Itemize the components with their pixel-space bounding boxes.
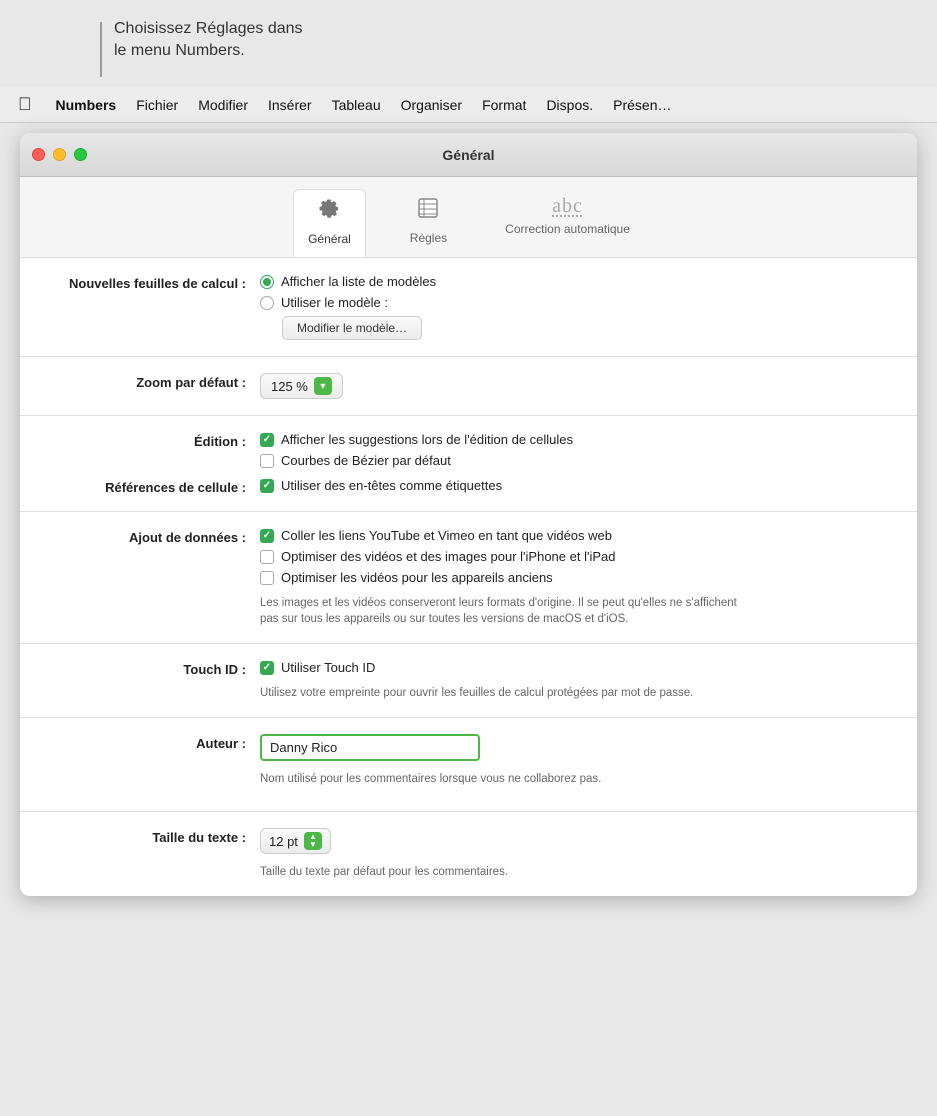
checkbox-optimiser-anciens-label: Optimiser les vidéos pour les appareils … bbox=[281, 570, 553, 585]
touch-id-label: Touch ID : bbox=[50, 660, 260, 677]
menubar-fichier[interactable]: Fichier bbox=[126, 93, 188, 117]
check-row-entetes[interactable]: Utiliser des en-têtes comme étiquettes bbox=[260, 478, 887, 493]
checkbox-suggestions[interactable] bbox=[260, 433, 274, 447]
check-row-suggestions[interactable]: Afficher les suggestions lors de l'éditi… bbox=[260, 432, 887, 447]
author-input[interactable] bbox=[260, 734, 480, 761]
abc-icon: abc bbox=[552, 195, 583, 218]
modify-model-button[interactable]: Modifier le modèle… bbox=[282, 316, 422, 340]
zoom-value: 125 % bbox=[271, 379, 308, 394]
preferences-window: Général Général Règles bbox=[20, 133, 917, 896]
checkbox-bezier-label: Courbes de Bézier par défaut bbox=[281, 453, 451, 468]
close-button[interactable] bbox=[32, 148, 45, 161]
checkbox-optimiser-iphone[interactable] bbox=[260, 550, 274, 564]
taille-texte-controls: 12 pt ▲ ▼ Taille du texte par défaut pou… bbox=[260, 828, 887, 880]
menubar-tableau[interactable]: Tableau bbox=[322, 93, 391, 117]
checkbox-touch-id-label: Utiliser Touch ID bbox=[281, 660, 375, 675]
references-label: Références de cellule : bbox=[50, 478, 260, 495]
zoom-dropdown[interactable]: 125 % ▾ bbox=[260, 373, 343, 399]
radio-row-afficher[interactable]: Afficher la liste de modèles bbox=[260, 274, 887, 289]
auteur-helper: Nom utilisé pour les commentaires lorsqu… bbox=[260, 771, 887, 787]
edition-controls: Afficher les suggestions lors de l'éditi… bbox=[260, 432, 887, 468]
menubar-numbers[interactable]: Numbers bbox=[46, 93, 127, 117]
nouvelles-feuilles-controls: Afficher la liste de modèles Utiliser le… bbox=[260, 274, 887, 340]
check-row-youtube[interactable]: Coller les liens YouTube et Vimeo en tan… bbox=[260, 528, 887, 543]
tooltip: Choisissez Réglages dans le menu Numbers… bbox=[0, 0, 937, 87]
references-controls: Utiliser des en-têtes comme étiquettes bbox=[260, 478, 887, 493]
taille-texte-label: Taille du texte : bbox=[50, 828, 260, 845]
radio-afficher-label: Afficher la liste de modèles bbox=[281, 274, 436, 289]
checkbox-bezier[interactable] bbox=[260, 454, 274, 468]
zoom-dropdown-arrow: ▾ bbox=[314, 377, 332, 395]
tab-correction[interactable]: abc Correction automatique bbox=[491, 189, 644, 257]
fontsize-value: 12 pt bbox=[269, 834, 298, 849]
menubar-organiser[interactable]: Organiser bbox=[391, 93, 472, 117]
check-row-optimiser-anciens[interactable]: Optimiser les vidéos pour les appareils … bbox=[260, 570, 887, 585]
section-zoom: Zoom par défaut : 125 % ▾ bbox=[20, 357, 917, 416]
fontsize-stepper[interactable]: ▲ ▼ bbox=[304, 832, 322, 850]
titlebar: Général bbox=[20, 133, 917, 177]
radio-afficher[interactable] bbox=[260, 275, 274, 289]
tab-general-label: Général bbox=[308, 232, 351, 246]
tab-general[interactable]: Général bbox=[293, 189, 366, 257]
section-edition: Édition : Afficher les suggestions lors … bbox=[20, 416, 917, 512]
toolbar: Général Règles abc Correction automatiqu… bbox=[20, 177, 917, 258]
check-row-bezier[interactable]: Courbes de Bézier par défaut bbox=[260, 453, 887, 468]
section-touch-id: Touch ID : Utiliser Touch ID Utilisez vo… bbox=[20, 644, 917, 718]
radio-row-utiliser[interactable]: Utiliser le modèle : bbox=[260, 295, 887, 310]
section-nouvelles-feuilles: Nouvelles feuilles de calcul : Afficher … bbox=[20, 258, 917, 357]
touch-id-controls: Utiliser Touch ID Utilisez votre emprein… bbox=[260, 660, 887, 701]
checkbox-touch-id[interactable] bbox=[260, 661, 274, 675]
taille-texte-helper: Taille du texte par défaut pour les comm… bbox=[260, 864, 887, 880]
radio-utiliser[interactable] bbox=[260, 296, 274, 310]
menubar:  Numbers Fichier Modifier Insérer Table… bbox=[0, 87, 937, 123]
radio-utiliser-label: Utiliser le modèle : bbox=[281, 295, 388, 310]
check-row-optimiser-iphone[interactable]: Optimiser des vidéos et des images pour … bbox=[260, 549, 887, 564]
preferences-content: Nouvelles feuilles de calcul : Afficher … bbox=[20, 258, 917, 896]
tab-correction-label: Correction automatique bbox=[505, 222, 630, 236]
menubar-presen[interactable]: Présen… bbox=[603, 93, 681, 117]
checkbox-entetes-label: Utiliser des en-têtes comme étiquettes bbox=[281, 478, 502, 493]
fontsize-dropdown[interactable]: 12 pt ▲ ▼ bbox=[260, 828, 331, 854]
gear-icon bbox=[316, 196, 342, 228]
auteur-controls: Nom utilisé pour les commentaires lorsqu… bbox=[260, 734, 887, 787]
ajout-donnees-label: Ajout de données : bbox=[50, 528, 260, 545]
checkbox-optimiser-iphone-label: Optimiser des vidéos et des images pour … bbox=[281, 549, 615, 564]
checkbox-optimiser-anciens[interactable] bbox=[260, 571, 274, 585]
window-title: Général bbox=[442, 147, 494, 163]
checkbox-youtube-label: Coller les liens YouTube et Vimeo en tan… bbox=[281, 528, 612, 543]
edition-label: Édition : bbox=[50, 432, 260, 449]
ajout-donnees-helper: Les images et les vidéos conserveront le… bbox=[260, 595, 740, 627]
window-controls bbox=[32, 148, 87, 161]
checkbox-entetes[interactable] bbox=[260, 479, 274, 493]
menubar-inserer[interactable]: Insérer bbox=[258, 93, 322, 117]
touch-id-helper: Utilisez votre empreinte pour ouvrir les… bbox=[260, 685, 740, 701]
tab-regles-label: Règles bbox=[410, 231, 447, 245]
checkbox-suggestions-label: Afficher les suggestions lors de l'éditi… bbox=[281, 432, 573, 447]
auteur-label: Auteur : bbox=[50, 734, 260, 751]
menubar-modifier[interactable]: Modifier bbox=[188, 93, 258, 117]
rules-icon bbox=[415, 195, 441, 227]
maximize-button[interactable] bbox=[74, 148, 87, 161]
menubar-dispos[interactable]: Dispos. bbox=[536, 93, 603, 117]
section-taille-texte: Taille du texte : 12 pt ▲ ▼ Taille du te… bbox=[20, 812, 917, 896]
section-ajout-donnees: Ajout de données : Coller les liens YouT… bbox=[20, 512, 917, 644]
tooltip-line2: le menu Numbers. bbox=[114, 40, 303, 62]
tab-regles[interactable]: Règles bbox=[396, 189, 461, 257]
tooltip-line1: Choisissez Réglages dans bbox=[114, 18, 303, 40]
checkbox-youtube[interactable] bbox=[260, 529, 274, 543]
minimize-button[interactable] bbox=[53, 148, 66, 161]
menubar-format[interactable]: Format bbox=[472, 93, 536, 117]
check-row-touch-id[interactable]: Utiliser Touch ID bbox=[260, 660, 887, 675]
ajout-donnees-controls: Coller les liens YouTube et Vimeo en tan… bbox=[260, 528, 887, 627]
nouvelles-feuilles-label: Nouvelles feuilles de calcul : bbox=[50, 274, 260, 291]
apple-menu[interactable]:  bbox=[8, 90, 42, 119]
zoom-controls: 125 % ▾ bbox=[260, 373, 887, 399]
zoom-label: Zoom par défaut : bbox=[50, 373, 260, 390]
section-auteur: Auteur : Nom utilisé pour les commentair… bbox=[20, 718, 917, 812]
